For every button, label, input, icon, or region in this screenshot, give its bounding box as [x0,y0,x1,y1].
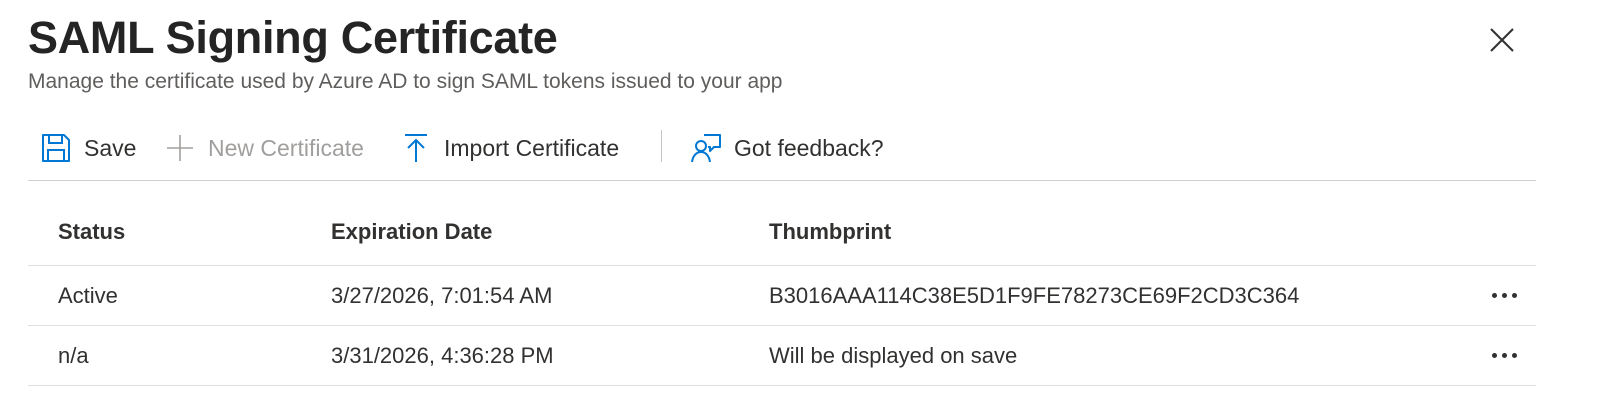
column-header-expiration-date[interactable]: Expiration Date [331,201,492,245]
table-row[interactable]: n/a 3/31/2026, 4:36:28 PM Will be displa… [28,326,1536,386]
saml-signing-certificate-panel: SAML Signing Certificate Manage the cert… [28,0,1536,406]
thumbprint-cell: Will be displayed on save [769,342,1018,368]
close-icon [1490,28,1514,52]
new-certificate-label: New Certificate [208,134,364,161]
page-subtitle: Manage the certificate used by Azure AD … [28,70,783,93]
certificate-table: Status Expiration Date Thumbprint Active… [28,201,1536,386]
page-title: SAML Signing Certificate [28,12,558,63]
thumbprint-cell: B3016AAA114C38E5D1F9FE78273CE69F2CD3C364 [769,282,1300,308]
more-actions-button[interactable] [1484,266,1524,325]
table-row[interactable]: Active 3/27/2026, 7:01:54 AM B3016AAA114… [28,266,1536,326]
command-bar: Save New Certificate Import Certificate [28,124,1536,181]
save-button[interactable]: Save [40,128,136,168]
status-cell: Active [58,282,118,308]
column-header-thumbprint[interactable]: Thumbprint [769,201,891,245]
save-icon [40,132,72,164]
table-header-row: Status Expiration Date Thumbprint [28,201,1536,266]
close-button[interactable] [1482,20,1522,60]
new-certificate-button[interactable]: New Certificate [164,128,364,168]
feedback-label: Got feedback? [734,134,884,161]
save-button-label: Save [84,134,137,161]
status-cell: n/a [58,342,89,368]
plus-icon [164,132,196,164]
more-icon [1491,353,1517,358]
column-header-status[interactable]: Status [58,201,125,245]
import-certificate-button[interactable]: Import Certificate [400,128,619,168]
expiration-date-cell: 3/27/2026, 7:01:54 AM [331,282,553,308]
upload-icon [400,132,432,164]
more-icon [1491,293,1517,298]
more-actions-button[interactable] [1484,326,1524,385]
feedback-icon [690,132,722,164]
import-certificate-label: Import Certificate [444,134,620,161]
toolbar-divider [661,130,662,162]
feedback-button[interactable]: Got feedback? [690,128,884,168]
expiration-date-cell: 3/31/2026, 4:36:28 PM [331,342,554,368]
